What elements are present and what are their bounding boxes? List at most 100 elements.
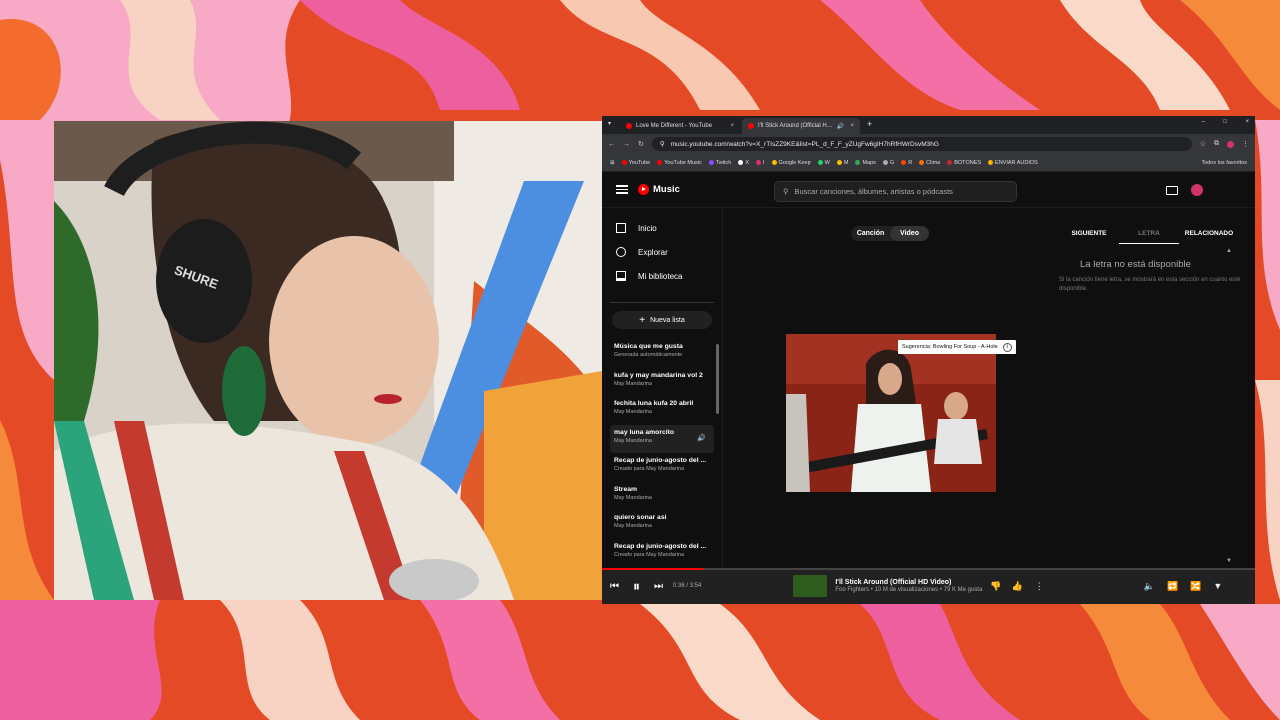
more-options-icon[interactable]: ⋮ (1035, 581, 1044, 592)
tab-bar: ▾ Love Me Different - YouTube × I'll Sti… (602, 116, 1255, 134)
avatar[interactable] (1191, 184, 1203, 196)
playlist-item[interactable]: Recap de junio-agosto del ... Creado para… (602, 453, 722, 482)
bookmark-favicon-icon (901, 160, 907, 165)
tab-search-icon[interactable]: ▾ (608, 120, 611, 127)
close-icon[interactable]: × (850, 123, 854, 129)
bookmark-label: Google Keep (778, 159, 811, 166)
bookmark-item[interactable]: I (756, 160, 765, 166)
playlist-item[interactable]: quiero sonar asi May Mandarina (602, 510, 722, 539)
playlist-item[interactable]: Stream May Mandarina (602, 482, 722, 511)
dislike-icon[interactable]: 👎 (990, 581, 1001, 592)
pause-icon[interactable]: ⏸ (633, 578, 640, 595)
now-playing-thumbnail[interactable] (793, 575, 828, 597)
tab-label: I'll Stick Around (Official H… (758, 123, 833, 129)
tab-ill-stick-around[interactable]: I'll Stick Around (Official H… 🔊 × (742, 118, 860, 134)
progress-bar[interactable] (602, 568, 1255, 570)
playlist-item[interactable]: may luna amorcito May Mandarina 🔊 (610, 424, 714, 453)
bookmark-favicon-icon (817, 160, 823, 165)
apps-grid-icon[interactable]: ⊞ (610, 160, 615, 166)
reload-icon[interactable]: ↻ (638, 140, 644, 148)
volume-icon[interactable]: 🔈 (1144, 581, 1155, 592)
bookmark-star-icon[interactable]: ☆ (1200, 140, 1206, 148)
bookmark-label: YouTube Music (664, 159, 702, 166)
tab-relacionado[interactable]: RELACIONADO (1179, 230, 1239, 244)
playlist-item[interactable]: fechita luna kufa 20 abril May Mandarina (602, 396, 722, 425)
previous-icon[interactable]: ⏮ (610, 581, 619, 592)
all-bookmarks-folder[interactable]: Todos los favoritos (1201, 160, 1247, 166)
toggle-song[interactable]: Canción (851, 230, 890, 237)
minimize-icon[interactable]: – (1202, 119, 1205, 125)
bookmark-item[interactable]: YouTube Music (657, 160, 702, 166)
bookmark-item[interactable]: Clima (919, 160, 940, 166)
playlist-title: Recap de junio-agosto del ... (614, 542, 707, 550)
bookmark-label: Maps (862, 159, 876, 166)
bookmark-favicon-icon (988, 160, 994, 165)
close-window-icon[interactable]: × (1245, 119, 1249, 125)
video-player[interactable] (786, 334, 996, 492)
bookmark-favicon-icon (756, 160, 762, 165)
bookmark-item[interactable]: YouTube (621, 160, 650, 166)
bookmark-favicon-icon (621, 160, 627, 165)
toggle-video[interactable]: Video (890, 226, 929, 241)
search-input[interactable]: ⚲ Buscar canciones, álbumes, artistas o … (774, 181, 1017, 202)
close-icon[interactable]: × (730, 123, 734, 129)
bookmark-item[interactable]: W (817, 160, 830, 166)
url-field[interactable]: ⚲ music.youtube.com/watch?v=X_rTIsZZ9KE&… (651, 137, 1192, 151)
new-playlist-button[interactable]: + Nueva lista (612, 311, 712, 329)
new-tab-button[interactable]: + (867, 119, 872, 129)
suggestion-card[interactable]: Sugerencia: Bowling For Soup - A-Hole i (898, 340, 1016, 354)
tab-siguiente[interactable]: SIGUIENTE (1059, 230, 1119, 244)
profile-icon[interactable] (1227, 140, 1234, 148)
bookmark-item[interactable]: M (836, 159, 849, 166)
playlist-item[interactable]: Recap de junio-agosto del ... Creado para… (602, 539, 722, 568)
like-icon[interactable]: 👍 (1012, 581, 1023, 592)
back-icon[interactable]: ← (608, 141, 615, 148)
bookmark-item[interactable]: Google Keep (771, 159, 811, 166)
sidebar-item-inicio[interactable]: Inicio (602, 216, 722, 240)
playlist-item[interactable]: kufa y may mandarina vol 2 May Mandarina (602, 368, 722, 397)
info-icon[interactable]: i (1002, 342, 1012, 352)
search-placeholder: Buscar canciones, álbumes, artistas o pó… (794, 187, 953, 196)
playlist-title: Música que me gusta (614, 343, 683, 350)
next-icon[interactable]: ⏭ (654, 581, 663, 592)
sidebar-divider (610, 302, 714, 303)
bookmark-item[interactable]: X (738, 160, 749, 166)
extensions-icon[interactable]: ⧉ (1214, 140, 1219, 148)
sidebar-scrollbar[interactable] (716, 344, 719, 414)
main-content: Canción Video Sugerencia: Bowling For So… (724, 208, 1255, 568)
sidebar-item-explorar[interactable]: Explorar (602, 240, 722, 264)
site-info-icon[interactable]: ⚲ (660, 140, 665, 148)
tab-love-me-different[interactable]: Love Me Different - YouTube × (620, 118, 740, 134)
scroll-down-icon[interactable]: ▼ (1226, 558, 1232, 564)
expand-player-icon[interactable]: ▼ (1213, 581, 1222, 591)
bookmark-item[interactable]: ENVIAR AUDIOS (988, 160, 1038, 166)
youtube-favicon-icon (626, 123, 632, 129)
bookmark-item[interactable]: Twitch (708, 160, 731, 166)
hamburger-menu-icon[interactable] (616, 185, 628, 194)
bookmark-label: R (908, 159, 913, 166)
playlist-subtitle: May Mandarina (614, 523, 652, 529)
playlist-item[interactable]: Música que me gusta Generada automáticame… (602, 339, 722, 368)
playlist-subtitle: May Mandarina (614, 494, 652, 501)
ytmusic-logo[interactable]: Music (638, 184, 680, 195)
now-playing-title[interactable]: I'll Stick Around (Official HD Video) (835, 579, 982, 586)
bookmark-item[interactable]: G (882, 160, 894, 166)
scroll-up-icon[interactable]: ▲ (1226, 248, 1232, 254)
more-options-icon[interactable]: ⋮ (1242, 140, 1249, 148)
sidebar-item-biblioteca[interactable]: Mi biblioteca (602, 264, 722, 288)
cast-icon[interactable] (1166, 186, 1178, 195)
webcam-image: SHURE (54, 121, 602, 600)
bookmark-label: M (843, 159, 849, 166)
repeat-icon[interactable]: 🔁 (1167, 581, 1178, 592)
bookmark-item[interactable]: BOTONES (947, 160, 981, 166)
shuffle-icon[interactable]: 🔀 (1190, 581, 1201, 592)
tab-letra[interactable]: LETRA (1119, 230, 1179, 244)
playlist-subtitle: May Mandarina (614, 437, 652, 444)
bookmark-item[interactable]: Maps (855, 159, 876, 166)
new-playlist-label: Nueva lista (650, 316, 685, 324)
forward-icon[interactable]: → (623, 141, 630, 148)
logo-text: Music (653, 184, 680, 195)
maximize-icon[interactable]: □ (1223, 119, 1227, 125)
now-playing-subtitle[interactable]: Foo Fighters • 10 M de visualizaciones •… (835, 587, 982, 593)
bookmark-item[interactable]: R (901, 160, 912, 166)
